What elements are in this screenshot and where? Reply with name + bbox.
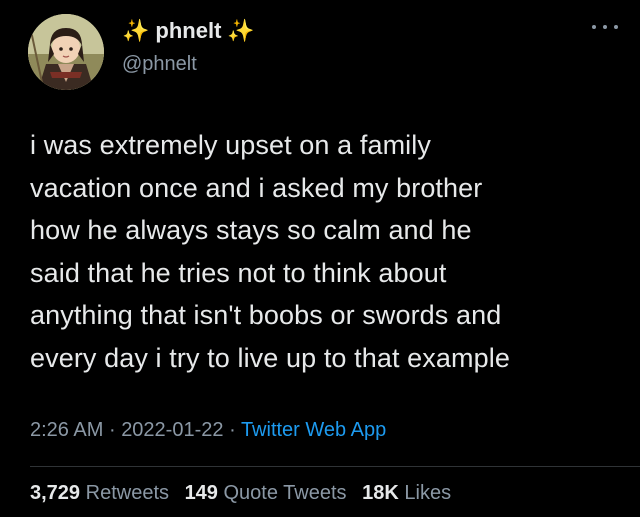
likes-label: Likes (404, 482, 452, 504)
anime-character-avatar-icon (28, 14, 104, 90)
tweet-text-line: every day i try to live up to that examp… (30, 342, 510, 373)
avatar[interactable] (28, 14, 104, 90)
tweet-meta: 2:26 AM · 2022-01-22 · Twitter Web App (30, 419, 386, 442)
tweet-text-line: i was extremely upset on a family (30, 130, 431, 160)
likes-stat[interactable]: 18K Likes (362, 482, 451, 504)
tweet-text-line: said that he tries not to think about (30, 257, 447, 288)
tweet-card: ✨ phnelt ✨ @phnelt i was extremely upset… (0, 0, 640, 517)
more-dot (592, 25, 596, 29)
more-options-icon[interactable] (592, 22, 618, 32)
more-dot (603, 25, 607, 29)
retweets-stat[interactable]: 3,729 Retweets (30, 482, 169, 504)
more-dot (614, 25, 618, 29)
tweet-text-line: how he always stays so calm and he (30, 215, 472, 245)
meta-separator: · (229, 419, 236, 441)
tweet-text-line: anything that isn't boobs or swords and (30, 300, 502, 330)
tweet-stats: 3,729 Retweets 149 Quote Tweets 18K Like… (30, 482, 461, 505)
retweets-count: 3,729 (30, 482, 81, 504)
sparkles-icon: ✨ (122, 18, 150, 43)
author-name-row[interactable]: ✨ phnelt ✨ (122, 16, 255, 46)
tweet-date[interactable]: 2022-01-22 (121, 419, 223, 441)
quote-tweets-label: Quote Tweets (223, 482, 347, 504)
retweets-label: Retweets (85, 482, 169, 504)
divider (30, 466, 640, 467)
quote-tweets-stat[interactable]: 149 Quote Tweets (185, 482, 347, 504)
tweet-text-line: vacation once and i asked my brother (30, 172, 483, 203)
author-handle[interactable]: @phnelt (122, 53, 197, 76)
likes-count: 18K (362, 482, 399, 504)
tweet-time[interactable]: 2:26 AM (30, 419, 103, 441)
author-display-name[interactable]: phnelt (155, 20, 221, 42)
quote-tweets-count: 149 (184, 482, 218, 504)
tweet-source-link[interactable]: Twitter Web App (241, 419, 386, 441)
tweet-text: i was extremely upset on a family vacati… (30, 124, 620, 379)
sparkles-icon: ✨ (227, 18, 255, 43)
meta-separator: · (108, 419, 116, 441)
